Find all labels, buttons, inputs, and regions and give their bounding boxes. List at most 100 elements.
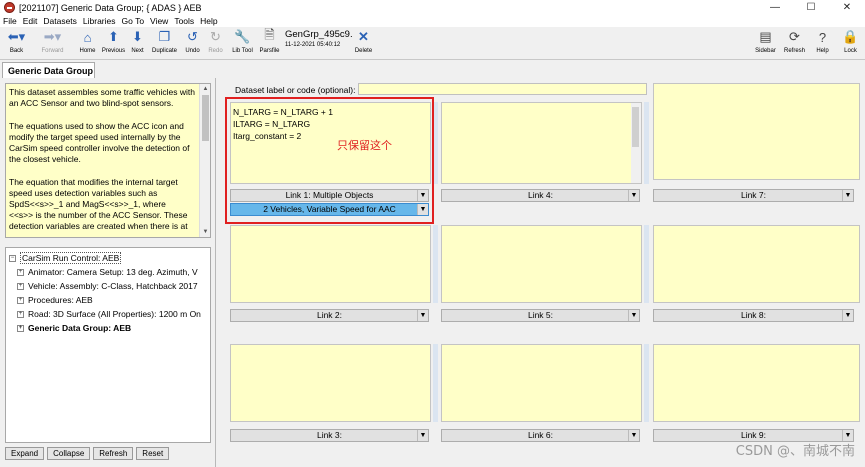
tree-item[interactable]: + Procedures: AEB [17,294,93,306]
run-tree[interactable]: − CarSim Run Control: AEB + Animator: Ca… [5,247,211,443]
tree-buttons: Expand Collapse Refresh Reset [5,447,170,460]
dataset-date: 11-12-2021 05:40:12 [285,42,341,48]
duplicate-icon: ❐ [158,29,171,44]
cell-divider [433,344,438,422]
scroll-up-icon[interactable]: ▲ [200,84,210,94]
home-button[interactable]: ⌂ Home [75,28,100,55]
menu-file[interactable]: File [3,16,17,26]
tree-item[interactable]: + Generic Data Group: AEB [17,322,131,334]
next-button[interactable]: ⬇ Next [125,28,150,54]
back-button[interactable]: ⬅▾ Back [4,28,29,54]
menu-edit[interactable]: Edit [23,16,38,26]
link-1-dropdown[interactable]: Link 1: Multiple Objects ▼ [230,189,429,202]
expand-icon[interactable]: + [17,296,24,304]
menu-bar: File Edit Datasets Libraries Go To View … [0,15,865,27]
cell-divider [644,102,649,184]
close-button[interactable]: ✕ [829,0,865,15]
maximize-button[interactable]: ☐ [793,0,829,15]
duplicate-button[interactable]: ❐ Duplicate [152,28,177,54]
expand-button[interactable]: Expand [5,447,45,460]
chevron-down-icon[interactable]: ▼ [628,430,639,441]
home-icon: ⌂ [83,29,92,45]
delete-button[interactable]: ✕ Delete [351,28,376,54]
equation-text-6[interactable] [441,344,642,422]
chevron-down-icon[interactable]: ▼ [842,190,853,201]
equation-text-7[interactable] [653,83,860,180]
equation-text-3[interactable] [230,344,431,422]
lock-icon: 🔒 [842,29,859,44]
minimize-button[interactable]: — [757,0,793,15]
left-pane: This dataset assembles some traffic vehi… [0,78,216,467]
chevron-down-icon[interactable]: ▼ [417,430,428,441]
equation-text-2[interactable] [230,225,431,303]
equation-text-8[interactable] [653,225,860,303]
menu-datasets[interactable]: Datasets [43,16,77,26]
chevron-down-icon[interactable]: ▼ [417,204,428,215]
parsfile-button[interactable]: 🗎 Parsfile [257,27,282,54]
up-arrow-icon: ⬆ [108,29,119,44]
refresh-tree-button[interactable]: Refresh [93,447,134,460]
description-text: This dataset assembles some traffic vehi… [9,87,195,232]
link-3-dropdown[interactable]: Link 3: ▼ [230,429,429,442]
equation-text-1[interactable]: N_LTARG = N_LTARG + 1 ILTARG = N_LTARG I… [230,102,431,184]
menu-view[interactable]: View [150,16,168,26]
cell-divider [433,225,438,303]
collapse-button[interactable]: Collapse [47,447,91,460]
right-pane: Dataset label or code (optional): N_LTAR… [217,78,865,467]
link-8-dropdown[interactable]: Link 8: ▼ [653,309,854,322]
text-scrollbar[interactable] [631,103,641,183]
tree-root[interactable]: − CarSim Run Control: AEB [9,252,122,264]
toolbar: ⬅▾ Back ➡▾ Forward ⌂ Home ⬆ Previous ⬇ N… [0,27,865,60]
document-icon: 🗎 [264,27,275,42]
chevron-down-icon[interactable]: ▼ [417,190,428,201]
chevron-down-icon[interactable]: ▼ [417,310,428,321]
menu-tools[interactable]: Tools [174,16,194,26]
link-2-dropdown[interactable]: Link 2: ▼ [230,309,429,322]
cell-divider [644,225,649,303]
refresh-icon: ⟳ [789,29,800,44]
lib-tool-button[interactable]: 🔧 Lib Tool [230,28,255,54]
link-1-dataset-dropdown[interactable]: 2 Vehicles, Variable Speed for AAC ▼ [230,203,429,216]
description-box[interactable]: This dataset assembles some traffic vehi… [5,83,211,238]
previous-button[interactable]: ⬆ Previous [101,28,126,54]
menu-goto[interactable]: Go To [122,16,145,26]
expand-icon[interactable]: + [17,310,24,318]
equation-text-5[interactable] [441,225,642,303]
chevron-down-icon[interactable]: ▼ [628,190,639,201]
chevron-down-icon[interactable]: ▼ [628,310,639,321]
sidebar-button[interactable]: ▤ Sidebar [753,28,778,54]
window-title: [2021107] Generic Data Group; { ADAS } A… [19,2,202,13]
link-5-dropdown[interactable]: Link 5: ▼ [441,309,640,322]
chevron-down-icon[interactable]: ▼ [842,310,853,321]
delete-x-icon: ✕ [358,29,369,44]
menu-help[interactable]: Help [200,16,217,26]
reset-button[interactable]: Reset [136,447,170,460]
tree-item[interactable]: + Vehicle: Assembly: C-Class, Hatchback … [17,280,198,292]
expand-icon[interactable]: + [17,282,24,290]
redo-button[interactable]: ↻ Redo [203,28,228,54]
tab-strip: Generic Data Group [0,60,865,78]
scroll-down-icon[interactable]: ▼ [200,227,210,237]
carsim-app-icon [4,2,15,13]
tree-item[interactable]: + Animator: Camera Setup: 13 deg. Azimut… [17,266,198,278]
tree-item[interactable]: + Road: 3D Surface (All Properties): 120… [17,308,201,320]
link-7-dropdown[interactable]: Link 7: ▼ [653,189,854,202]
collapse-icon[interactable]: − [9,254,16,262]
help-button[interactable]: ? Help [810,28,835,55]
menu-libraries[interactable]: Libraries [83,16,116,26]
lock-button[interactable]: 🔒 Lock [838,28,863,54]
link-6-dropdown[interactable]: Link 6: ▼ [441,429,640,442]
description-scrollbar[interactable]: ▲ ▼ [199,84,210,237]
scroll-thumb[interactable] [632,107,639,147]
equation-text-4[interactable] [441,102,642,184]
dataset-label-input[interactable] [358,83,647,95]
expand-icon[interactable]: + [17,268,24,276]
link-4-dropdown[interactable]: Link 4: ▼ [441,189,640,202]
undo-button[interactable]: ↺ Undo [180,28,205,54]
tab-generic-data-group[interactable]: Generic Data Group [2,62,95,78]
forward-button[interactable]: ➡▾ Forward [40,28,65,54]
scroll-thumb[interactable] [202,95,209,141]
expand-icon[interactable]: + [17,324,24,332]
equation-text-9[interactable] [653,344,860,422]
refresh-button[interactable]: ⟳ Refresh [782,28,807,54]
